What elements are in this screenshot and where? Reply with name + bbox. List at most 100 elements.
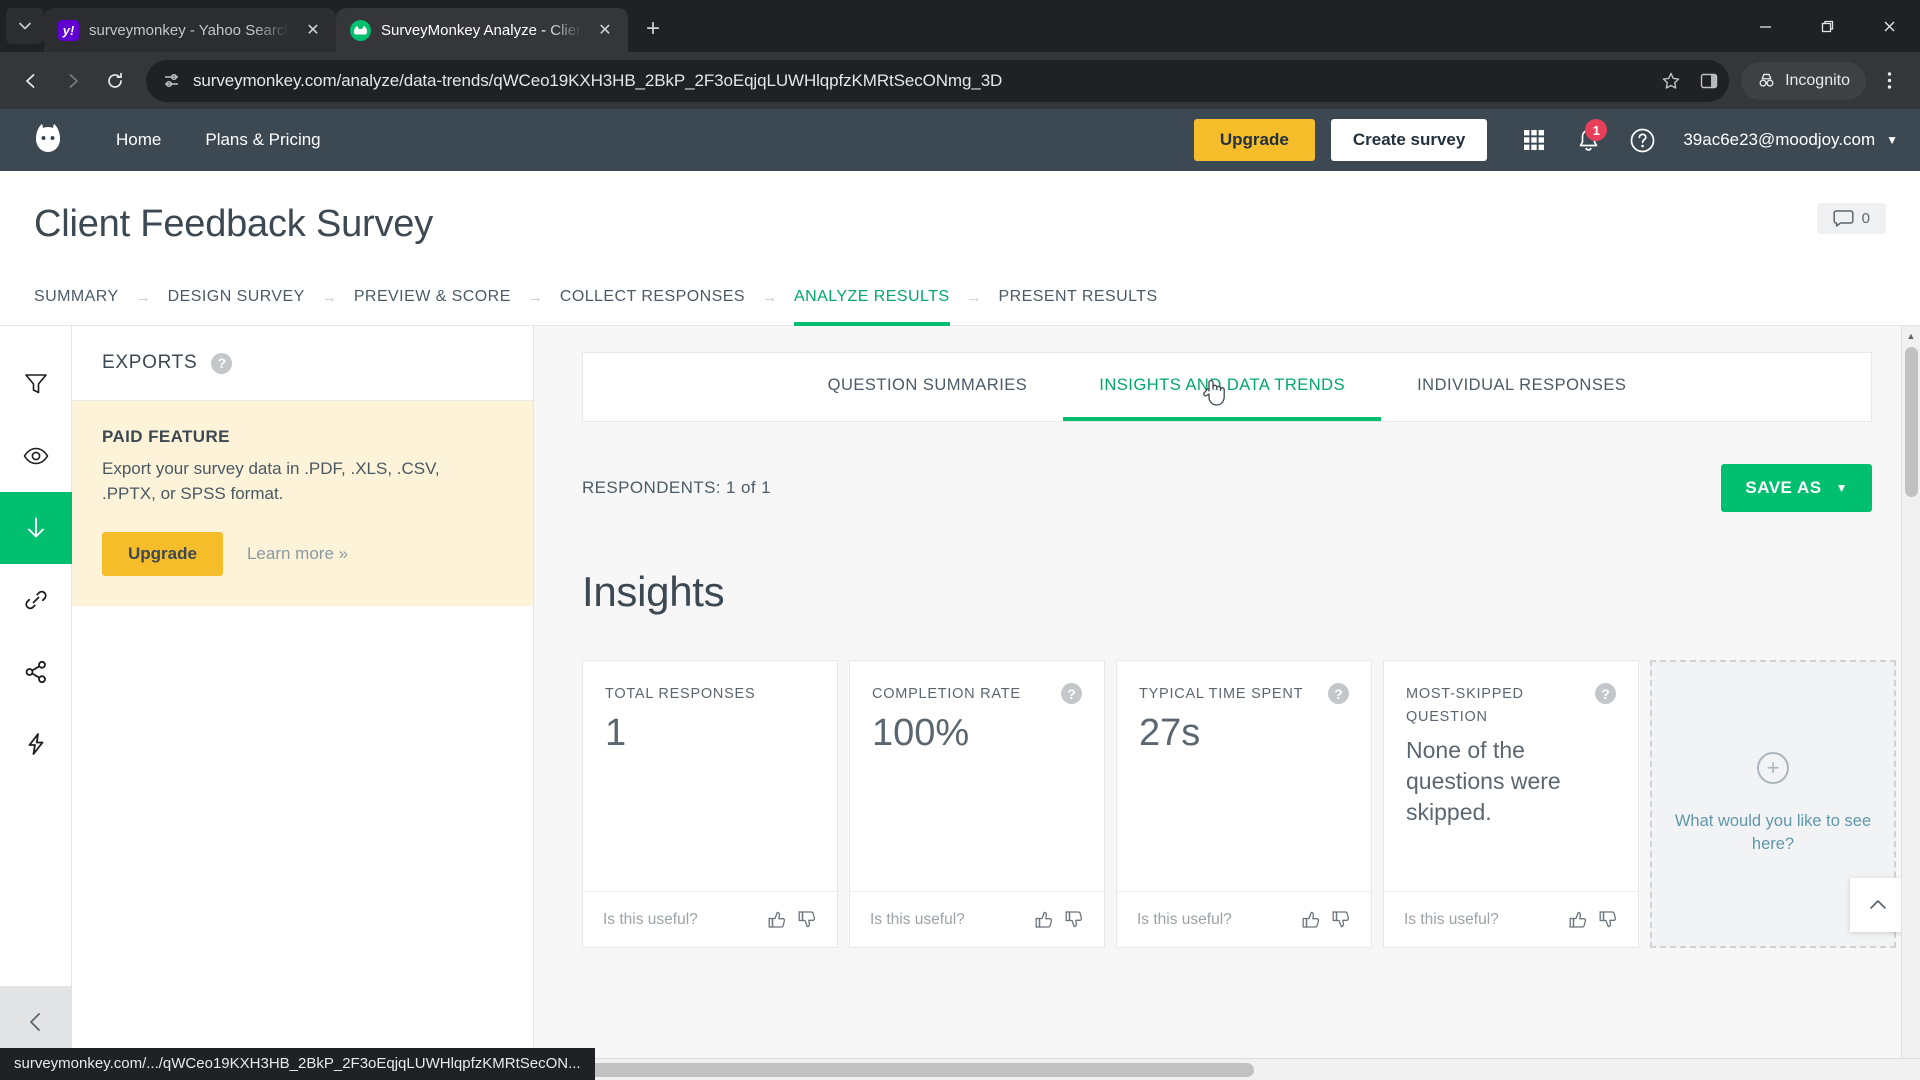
address-bar[interactable]: surveymonkey.com/analyze/data-trends/qWC…	[146, 59, 1730, 102]
share-icon[interactable]	[0, 636, 72, 708]
thumbs-down-icon[interactable]	[1064, 910, 1084, 929]
thumbs-down-icon[interactable]	[797, 910, 817, 929]
help-icon[interactable]: ?	[1061, 683, 1082, 704]
save-as-button[interactable]: SAVE AS ▼	[1721, 464, 1872, 512]
feedback-prompt: Is this useful?	[1137, 910, 1232, 928]
analyze-tool-rail	[0, 326, 72, 1058]
tab-insights-and-data-trends[interactable]: INSIGHTS AND DATA TRENDS	[1063, 353, 1382, 421]
survey-title-bar: Client Feedback Survey 0	[0, 171, 1920, 246]
step-analyze-results[interactable]: ANALYZE RESULTS	[794, 270, 950, 326]
site-settings-icon[interactable]	[162, 71, 181, 90]
thumbs-up-icon[interactable]	[767, 910, 787, 929]
analyze-subtabs: QUESTION SUMMARIES INSIGHTS AND DATA TRE…	[582, 352, 1872, 422]
back-icon[interactable]	[12, 62, 50, 100]
insight-card-typical-time-spent: TYPICAL TIME SPENT ? 27s Is this useful?	[1116, 660, 1372, 948]
eye-icon[interactable]	[0, 420, 72, 492]
insights-content: QUESTION SUMMARIES INSIGHTS AND DATA TRE…	[534, 352, 1920, 948]
card-body: TOTAL RESPONSES 1	[583, 661, 837, 891]
help-icon[interactable]: ?	[1328, 683, 1349, 704]
card-body: MOST-SKIPPED QUESTION ? None of the ques…	[1384, 661, 1638, 891]
incognito-indicator[interactable]: Incognito	[1741, 61, 1866, 100]
browser-menu-icon[interactable]	[1870, 62, 1908, 100]
bolt-icon[interactable]	[0, 708, 72, 780]
page-vertical-scrollbar[interactable]: ▲	[1901, 326, 1920, 1058]
paid-feature-card: PAID FEATURE Export your survey data in …	[72, 401, 533, 607]
arrow-icon: →	[762, 289, 778, 306]
thumbs-down-icon[interactable]	[1331, 910, 1351, 929]
card-label: TYPICAL TIME SPENT	[1139, 686, 1304, 702]
close-icon[interactable]	[1858, 0, 1920, 52]
arrow-icon: →	[135, 289, 151, 306]
card-body: TYPICAL TIME SPENT ? 27s	[1117, 661, 1371, 891]
notifications-bell-icon[interactable]: 1	[1561, 113, 1615, 167]
nav-link-plans-pricing[interactable]: Plans & Pricing	[183, 130, 342, 150]
comments-badge[interactable]: 0	[1816, 203, 1886, 234]
card-value: None of the questions were skipped.	[1406, 737, 1561, 826]
new-tab-button[interactable]: +	[636, 12, 670, 46]
download-icon[interactable]	[0, 492, 72, 564]
help-icon[interactable]: ?	[1595, 683, 1616, 704]
insights-heading: Insights	[582, 568, 725, 615]
step-collect-responses[interactable]: COLLECT RESPONSES	[560, 270, 745, 326]
help-icon[interactable]: ?	[211, 352, 233, 374]
browser-tab-yahoo[interactable]: y! surveymonkey - Yahoo Search R ✕	[44, 8, 336, 52]
account-email: 39ac6e23@moodjoy.com	[1683, 130, 1876, 149]
help-icon[interactable]	[1615, 113, 1669, 167]
analyze-body: EXPORTS ? PAID FEATURE Export your surve…	[0, 326, 1920, 1058]
step-summary[interactable]: SUMMARY	[34, 270, 119, 326]
minimize-icon[interactable]	[1734, 0, 1796, 52]
apps-grid-icon[interactable]	[1507, 113, 1561, 167]
card-value: 27s	[1139, 712, 1201, 755]
tab-individual-responses[interactable]: INDIVIDUAL RESPONSES	[1381, 353, 1662, 421]
surveymonkey-logo-icon[interactable]	[22, 120, 74, 160]
save-as-label: SAVE AS	[1745, 478, 1822, 497]
thumbs-up-icon[interactable]	[1034, 910, 1054, 929]
learn-more-link[interactable]: Learn more »	[247, 544, 348, 564]
surveymonkey-icon	[350, 19, 371, 41]
card-label: TOTAL RESPONSES	[605, 686, 756, 702]
scrollbar-thumb[interactable]	[1904, 347, 1918, 497]
step-present-results[interactable]: PRESENT RESULTS	[999, 270, 1158, 326]
browser-tab-surveymonkey[interactable]: SurveyMonkey Analyze - Client ✕	[336, 8, 628, 52]
step-design-survey[interactable]: DESIGN SURVEY	[168, 270, 305, 326]
arrow-icon: →	[966, 289, 982, 306]
thumbs-up-icon[interactable]	[1301, 910, 1321, 929]
scroll-up-arrow-icon[interactable]: ▲	[1902, 326, 1920, 345]
close-icon[interactable]: ✕	[592, 17, 618, 43]
card-value: 1	[605, 712, 627, 755]
thumbs-up-icon[interactable]	[1568, 910, 1588, 929]
card-header: TOTAL RESPONSES	[605, 683, 815, 706]
card-feedback-row: Is this useful?	[1117, 891, 1371, 947]
paid-feature-description: Export your survey data in .PDF, .XLS, .…	[102, 459, 440, 503]
insights-main-panel: QUESTION SUMMARIES INSIGHTS AND DATA TRE…	[534, 326, 1920, 1058]
upgrade-button[interactable]: Upgrade	[1193, 119, 1315, 161]
bookmark-star-icon[interactable]	[1661, 71, 1681, 91]
link-icon[interactable]	[0, 564, 72, 636]
comment-bubble-icon	[1833, 210, 1854, 227]
add-insight-card[interactable]: + What would you like to see here?	[1650, 660, 1906, 948]
nav-link-home[interactable]: Home	[94, 130, 183, 150]
create-survey-button[interactable]: Create survey	[1330, 119, 1488, 161]
card-feedback-row: Is this useful?	[1384, 891, 1638, 947]
tab-search-button[interactable]	[6, 8, 44, 44]
upgrade-button[interactable]: Upgrade	[102, 532, 223, 577]
thumbs-down-icon[interactable]	[1598, 910, 1618, 929]
feedback-prompt: Is this useful?	[1404, 910, 1499, 928]
exports-title: EXPORTS	[102, 352, 198, 373]
maximize-icon[interactable]	[1796, 0, 1858, 52]
account-menu[interactable]: 39ac6e23@moodjoy.com ▼	[1669, 130, 1898, 150]
respondents-row: RESPONDENTS: 1 of 1 SAVE AS ▼	[582, 464, 1872, 512]
step-preview-score[interactable]: PREVIEW & SCORE	[354, 270, 511, 326]
side-panel-icon[interactable]	[1699, 71, 1719, 91]
close-icon[interactable]: ✕	[300, 17, 326, 43]
comment-count: 0	[1861, 210, 1870, 227]
insight-cards-row: TOTAL RESPONSES 1 Is this useful? COMPLE…	[582, 660, 1906, 948]
card-value: 100%	[872, 712, 970, 755]
forward-icon[interactable]	[54, 62, 92, 100]
insight-card-completion-rate: COMPLETION RATE ? 100% Is this useful?	[849, 660, 1105, 948]
browser-toolbar: surveymonkey.com/analyze/data-trends/qWC…	[0, 52, 1920, 109]
scroll-to-top-button[interactable]	[1850, 878, 1906, 932]
filter-icon[interactable]	[0, 348, 72, 420]
reload-icon[interactable]	[96, 62, 134, 100]
tab-question-summaries[interactable]: QUESTION SUMMARIES	[792, 353, 1064, 421]
